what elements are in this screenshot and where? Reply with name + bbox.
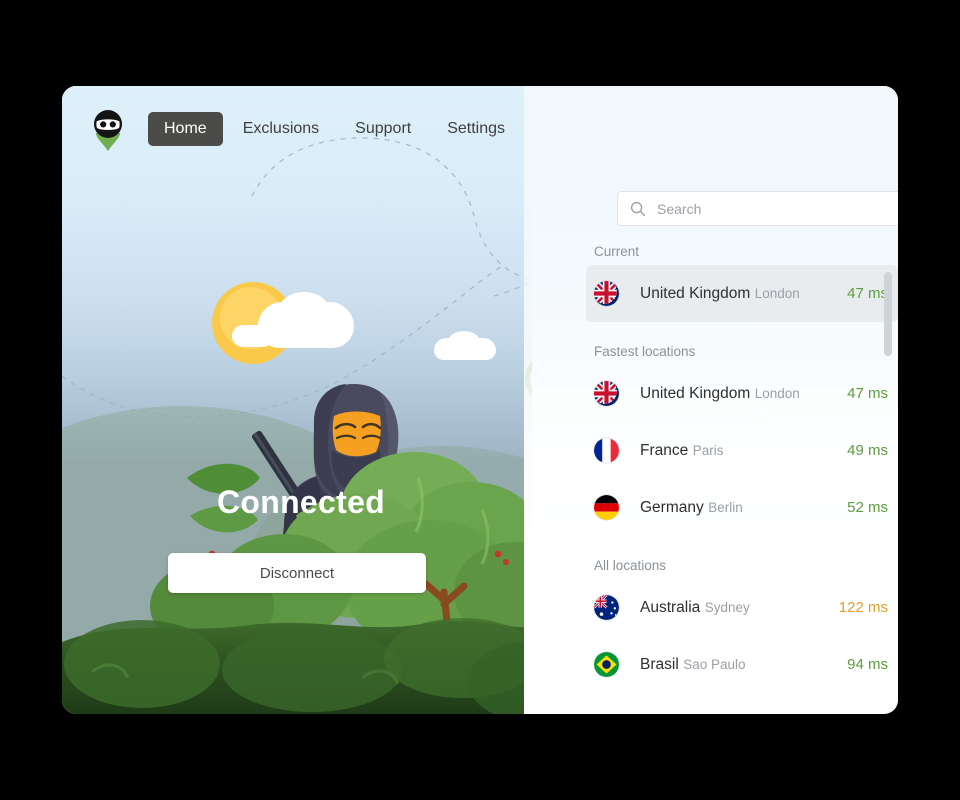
locations-panel: Current bbox=[524, 86, 898, 714]
location-country: France bbox=[640, 441, 689, 459]
section-label-current: Current bbox=[594, 244, 640, 259]
connection-status-block: Connected Disconnect bbox=[62, 486, 532, 593]
disconnect-button[interactable]: Disconnect bbox=[168, 553, 426, 593]
section-label-all: All locations bbox=[594, 558, 667, 573]
location-row-uk[interactable]: United Kingdom London 47 ms bbox=[586, 365, 898, 422]
screen-background: Connected Disconnect Current bbox=[0, 0, 960, 800]
location-city: Berlin bbox=[708, 499, 743, 515]
location-country: United Kingdom bbox=[640, 384, 751, 402]
location-ping: 47 ms bbox=[847, 285, 888, 302]
flag-icon-fr bbox=[594, 438, 619, 463]
location-ping: 94 ms bbox=[847, 656, 888, 673]
scrollbar-thumb[interactable] bbox=[884, 272, 892, 356]
location-row-brasil[interactable]: Brasil Sao Paulo 94 ms bbox=[586, 636, 898, 693]
location-city: London bbox=[754, 285, 800, 301]
ninja-jungle-scene bbox=[62, 360, 532, 714]
location-ping: 52 ms bbox=[847, 499, 888, 516]
location-row-germany[interactable]: Germany Berlin 52 ms bbox=[586, 479, 898, 536]
top-navigation: Home Exclusions Support Settings bbox=[62, 86, 898, 172]
flag-icon-gb bbox=[594, 381, 619, 406]
flag-icon-au bbox=[594, 595, 619, 620]
flag-icon-de bbox=[594, 495, 619, 520]
search-input[interactable] bbox=[657, 200, 887, 217]
nav-item-exclusions[interactable]: Exclusions bbox=[227, 112, 335, 146]
location-country: Australia bbox=[640, 598, 701, 616]
locations-list[interactable]: Current United Kingdom London 47 ms Fast… bbox=[586, 244, 898, 714]
location-city: Paris bbox=[692, 442, 724, 458]
location-ping: 49 ms bbox=[847, 442, 888, 459]
nav-item-support[interactable]: Support bbox=[339, 112, 427, 146]
locations-scrollbar[interactable] bbox=[884, 246, 892, 710]
nav-item-settings[interactable]: Settings bbox=[431, 112, 521, 146]
ninja-logo-icon[interactable] bbox=[89, 107, 127, 151]
app-window: Connected Disconnect Current bbox=[62, 86, 898, 714]
flag-icon-gb bbox=[594, 281, 619, 306]
location-city: Sydney bbox=[704, 599, 750, 615]
flag-icon-br bbox=[594, 652, 619, 677]
location-city: London bbox=[754, 385, 800, 401]
nav-items: Home Exclusions Support Settings bbox=[148, 112, 521, 146]
location-country: United Kingdom bbox=[640, 284, 751, 302]
search-icon bbox=[630, 201, 646, 216]
search-box[interactable] bbox=[617, 191, 898, 226]
connection-status-text: Connected bbox=[216, 484, 386, 520]
section-label-fastest: Fastest locations bbox=[594, 344, 696, 359]
location-country: Germany bbox=[640, 498, 704, 516]
location-row-australia[interactable]: Australia Sydney 122 ms bbox=[586, 579, 898, 636]
location-row-france[interactable]: France Paris 49 ms bbox=[586, 422, 898, 479]
location-ping: 122 ms bbox=[838, 599, 888, 616]
location-city: Sao Paulo bbox=[683, 656, 746, 672]
location-ping: 47 ms bbox=[847, 385, 888, 402]
nav-item-home[interactable]: Home bbox=[148, 112, 223, 146]
location-row-current[interactable]: United Kingdom London 47 ms bbox=[586, 265, 898, 322]
hero-illustration: Connected Disconnect bbox=[62, 86, 532, 714]
location-country: Brasil bbox=[640, 655, 679, 673]
search-bar[interactable] bbox=[617, 191, 898, 226]
